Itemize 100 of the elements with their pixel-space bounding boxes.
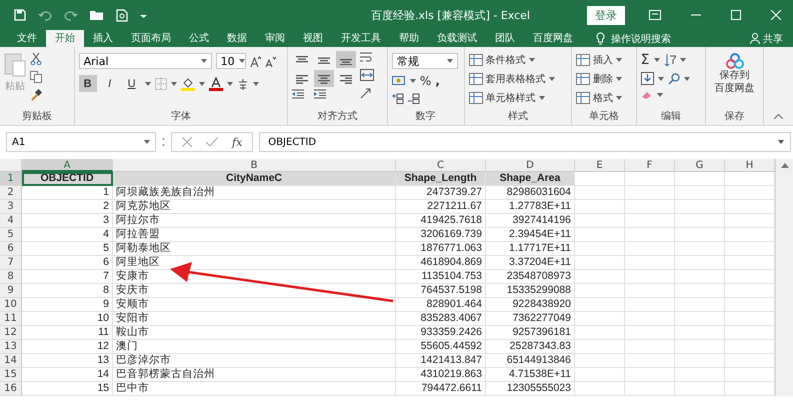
tell-me-search[interactable]: 操作说明搜索 bbox=[611, 32, 671, 46]
print-preview-icon[interactable] bbox=[116, 8, 128, 22]
increase-indent-icon[interactable] bbox=[314, 89, 326, 99]
share-button[interactable]: 共享 bbox=[744, 30, 793, 47]
save-icon[interactable] bbox=[14, 9, 26, 21]
comma-style-button[interactable]: , bbox=[435, 74, 440, 88]
caret-icon[interactable] bbox=[198, 82, 205, 86]
font-name-field[interactable]: Arial bbox=[78, 53, 212, 69]
font-size-field[interactable]: 10 bbox=[216, 53, 246, 69]
cells-menu-button[interactable]: 格式 bbox=[576, 91, 632, 105]
ribbon-tab[interactable]: 团队 bbox=[486, 30, 524, 47]
customize-caret-icon[interactable] bbox=[140, 12, 147, 18]
decrease-indent-icon[interactable] bbox=[292, 89, 304, 99]
orientation-icon[interactable] bbox=[360, 87, 372, 99]
table-style-icon[interactable] bbox=[468, 73, 483, 85]
redo-icon[interactable] bbox=[64, 9, 78, 21]
ribbon-tab[interactable]: 插入 bbox=[84, 30, 122, 47]
row-header[interactable]: 9 bbox=[0, 284, 22, 298]
row-header[interactable]: 3 bbox=[0, 200, 22, 214]
fill-color-icon[interactable] bbox=[180, 76, 195, 90]
caret-icon[interactable] bbox=[252, 82, 259, 86]
name-box[interactable]: A1 bbox=[6, 132, 156, 152]
column-header[interactable]: E bbox=[575, 159, 625, 172]
caret-icon[interactable] bbox=[548, 77, 555, 81]
scissors-icon[interactable] bbox=[30, 53, 42, 65]
ribbon-tab[interactable]: 页面布局 bbox=[122, 30, 180, 47]
border-icon[interactable] bbox=[154, 78, 167, 90]
row-header[interactable]: 10 bbox=[0, 298, 22, 312]
merge-icon[interactable] bbox=[360, 69, 374, 81]
ribbon-tab[interactable]: 公式 bbox=[180, 30, 218, 47]
caret-icon[interactable] bbox=[654, 58, 660, 62]
row-header[interactable]: 11 bbox=[0, 312, 22, 326]
caret-icon[interactable] bbox=[144, 140, 150, 144]
insert-function-button[interactable]: fx bbox=[232, 136, 242, 148]
cells-icon[interactable] bbox=[576, 73, 590, 85]
fill-down-icon[interactable] bbox=[640, 72, 654, 85]
caret-icon[interactable] bbox=[680, 58, 686, 62]
column-header[interactable]: D bbox=[486, 159, 575, 172]
caret-icon[interactable] bbox=[410, 79, 416, 83]
caret-icon[interactable] bbox=[538, 96, 545, 100]
maximize-icon[interactable] bbox=[731, 10, 741, 20]
row-header[interactable]: 13 bbox=[0, 340, 22, 354]
column-header[interactable]: B bbox=[113, 159, 396, 172]
row-header[interactable]: 16 bbox=[0, 382, 22, 396]
undo-icon[interactable] bbox=[38, 9, 52, 21]
wrap-text-icon[interactable] bbox=[360, 51, 372, 63]
ribbon-tab[interactable]: 负载测试 bbox=[428, 30, 486, 47]
alignment-button[interactable] bbox=[314, 70, 334, 87]
caret-icon[interactable] bbox=[446, 59, 453, 63]
save-to-baidu-button[interactable]: 保存到 百度网盘 bbox=[710, 51, 759, 109]
caret-icon[interactable] bbox=[238, 59, 245, 63]
caret-icon[interactable] bbox=[616, 96, 622, 100]
ribbon-display-icon[interactable] bbox=[649, 10, 661, 20]
shrink-font-icon[interactable] bbox=[264, 56, 276, 66]
caret-icon[interactable] bbox=[616, 58, 622, 62]
close-icon[interactable] bbox=[771, 10, 781, 20]
column-header[interactable]: F bbox=[625, 159, 675, 172]
font-color-icon[interactable] bbox=[208, 76, 223, 90]
caret-icon[interactable] bbox=[200, 59, 207, 63]
font-style-button[interactable]: U bbox=[122, 75, 141, 92]
sort-filter-icon[interactable] bbox=[664, 54, 676, 66]
ribbon-tab[interactable]: 开发工具 bbox=[332, 30, 390, 47]
row-header[interactable]: 15 bbox=[0, 368, 22, 382]
sign-in-button[interactable]: 登录 bbox=[587, 6, 625, 24]
vertical-scrollbar[interactable] bbox=[775, 159, 793, 396]
table-style-icon[interactable] bbox=[468, 54, 483, 66]
cells-menu-button[interactable]: 删除 bbox=[576, 72, 632, 86]
caret-icon[interactable] bbox=[170, 82, 177, 86]
copy-icon[interactable] bbox=[30, 71, 43, 83]
row-header[interactable]: 12 bbox=[0, 326, 22, 340]
caret-icon[interactable] bbox=[684, 76, 690, 80]
formula-input[interactable]: OBJECTID bbox=[259, 132, 791, 152]
font-style-button[interactable]: B bbox=[78, 75, 97, 92]
number-format-field[interactable]: 常规 bbox=[392, 53, 458, 69]
column-header[interactable]: C bbox=[396, 159, 486, 172]
ribbon-tab[interactable]: 帮助 bbox=[390, 30, 428, 47]
font-style-button[interactable]: I bbox=[100, 75, 119, 92]
increase-decimal-icon[interactable] bbox=[392, 93, 404, 104]
ribbon-tab[interactable]: 数据 bbox=[218, 30, 256, 47]
row-header[interactable]: 1 bbox=[0, 172, 22, 186]
grow-font-icon[interactable] bbox=[250, 56, 261, 66]
cells-icon[interactable] bbox=[576, 92, 590, 104]
style-menu-button[interactable]: 单元格样式 bbox=[468, 91, 567, 105]
percent-style-button[interactable]: % bbox=[420, 74, 432, 88]
ribbon-tab[interactable]: 文件 bbox=[8, 30, 46, 47]
lightbulb-icon[interactable] bbox=[596, 32, 605, 45]
ribbon-tab[interactable]: 开始 bbox=[46, 30, 84, 47]
row-header[interactable]: 4 bbox=[0, 214, 22, 228]
caret-icon[interactable] bbox=[658, 76, 664, 80]
caret-icon[interactable] bbox=[656, 93, 663, 97]
ribbon-tab[interactable]: 视图 bbox=[294, 30, 332, 47]
search-icon[interactable] bbox=[668, 72, 680, 84]
row-header[interactable]: 6 bbox=[0, 242, 22, 256]
decrease-decimal-icon[interactable] bbox=[408, 93, 420, 104]
ribbon-tab[interactable]: 百度网盘 bbox=[524, 30, 582, 47]
ribbon-tab[interactable]: 审阅 bbox=[256, 30, 294, 47]
cells-icon[interactable] bbox=[576, 54, 590, 66]
collapse-ribbon-icon[interactable] bbox=[774, 114, 784, 119]
alignment-button[interactable] bbox=[336, 51, 356, 68]
caret-icon[interactable] bbox=[778, 140, 784, 144]
